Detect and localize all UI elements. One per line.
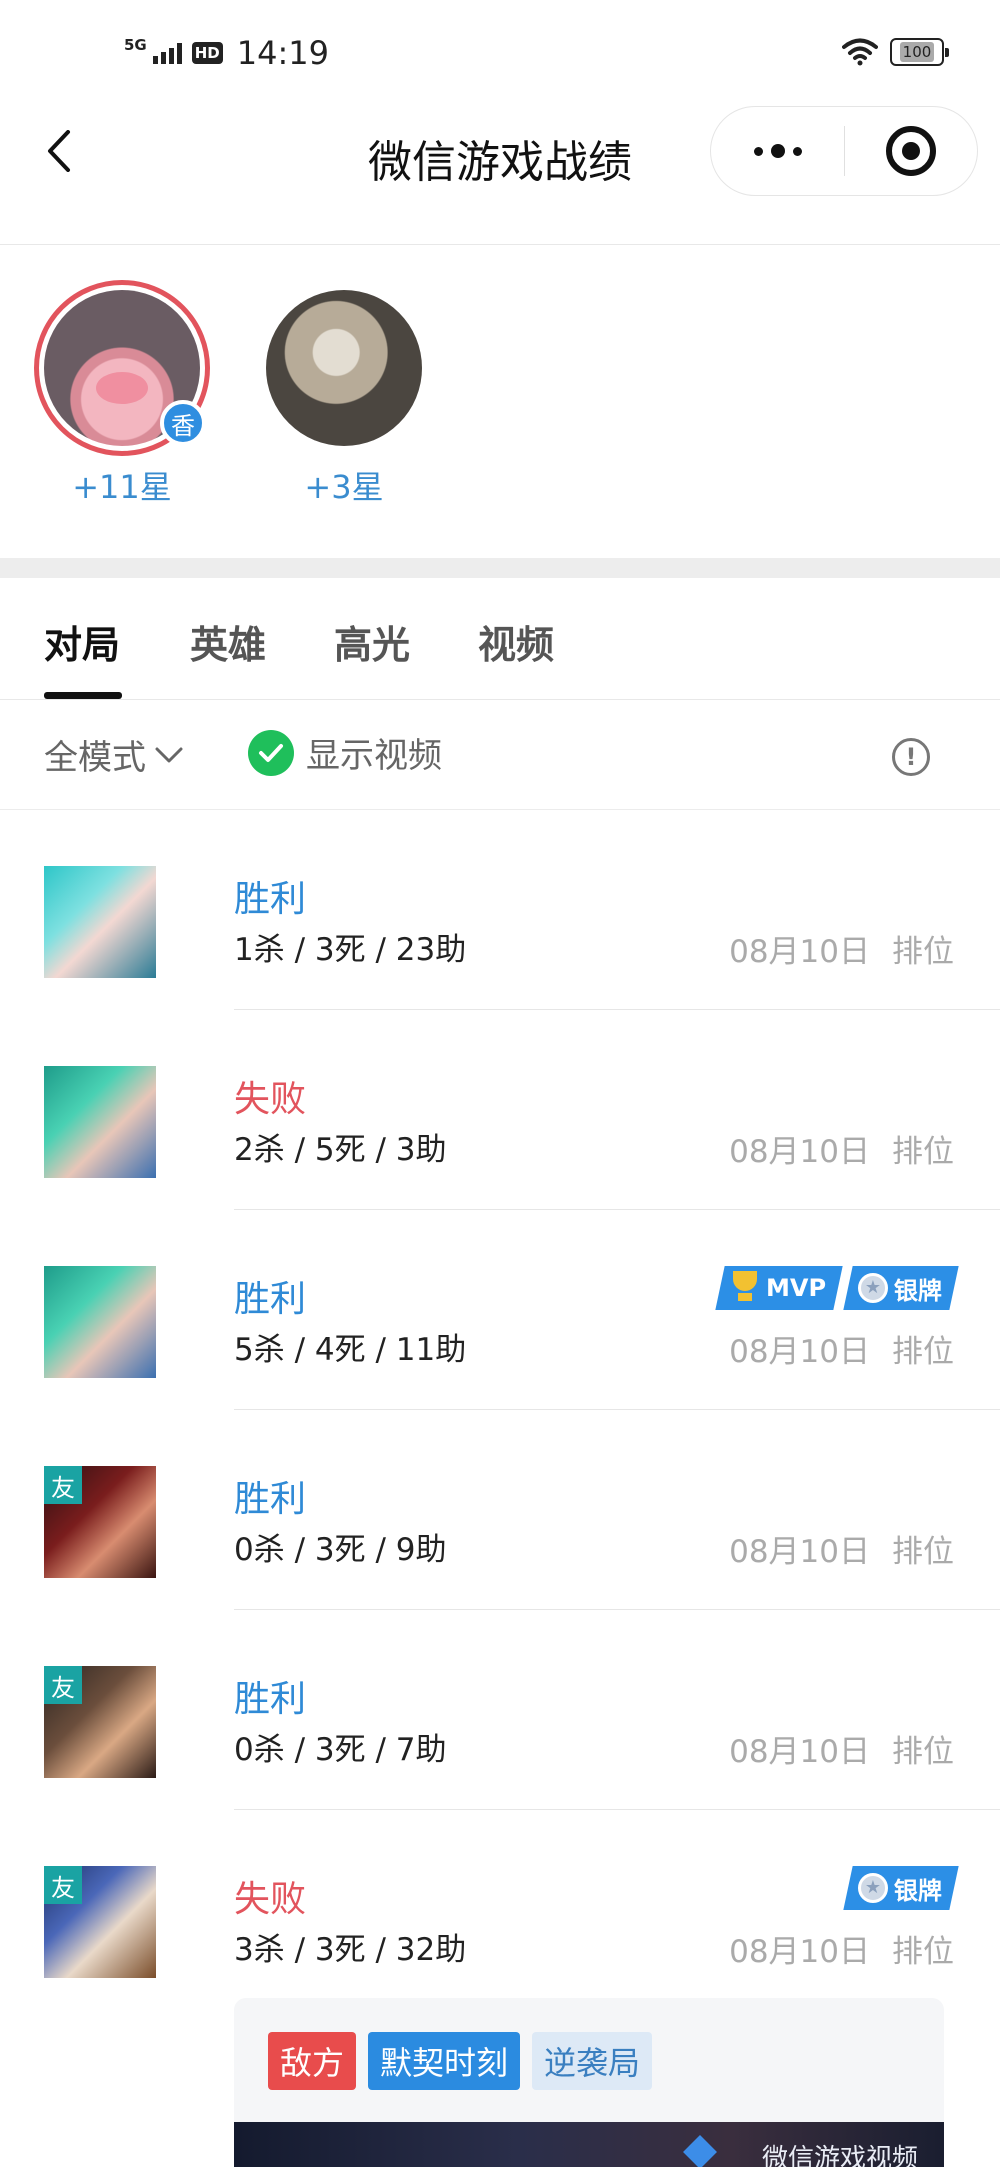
mvp-badge: MVP [715, 1266, 843, 1310]
tag-comeback: 逆袭局 [532, 2032, 653, 2090]
match-kda: 2杀 / 5死 / 3助 [234, 1132, 447, 1168]
match-date: 08月10日 [729, 1734, 870, 1770]
match-result: 胜利 [234, 1479, 307, 1520]
match-kda: 5杀 / 4死 / 11助 [234, 1332, 467, 1368]
friend-tag: 友 [44, 1866, 82, 1904]
medal-icon [858, 1273, 888, 1303]
hero-avatar: 友 [44, 1866, 156, 1978]
match-item[interactable]: 胜利 1杀 / 3死 / 23助 08月10日 排位 [0, 810, 1000, 1010]
network-label: 5G [124, 35, 147, 54]
battery-icon: 100 [890, 38, 949, 66]
mini-program-capsule [710, 106, 978, 196]
match-kda: 0杀 / 3死 / 7助 [234, 1732, 447, 1768]
pig-decoration [96, 372, 148, 404]
match-mode: 排位 [892, 1334, 954, 1370]
match-date: 08月10日 [729, 934, 870, 970]
match-mode: 排位 [892, 934, 954, 970]
wifi-icon [842, 38, 878, 66]
trophy-icon [730, 1271, 760, 1305]
silver-badge-label: 银牌 [894, 1876, 942, 1905]
silver-badge: 银牌 [843, 1266, 959, 1310]
status-time: 14:19 [236, 34, 329, 72]
close-button[interactable] [845, 107, 977, 195]
mode-dropdown[interactable]: 全模式 [44, 730, 184, 779]
tab-highlights[interactable]: 高光 [334, 614, 410, 669]
hd-icon: HD [191, 42, 223, 64]
friend-star-change: +11星 [72, 468, 172, 506]
match-kda: 1杀 / 3死 / 23助 [234, 932, 467, 968]
signal-icon [152, 42, 182, 64]
back-button[interactable] [34, 126, 84, 176]
tab-matches[interactable]: 对局 [44, 614, 120, 669]
chevron-left-icon [48, 130, 70, 172]
match-item[interactable]: 胜利 5杀 / 4死 / 11助 MVP 银牌 08月10日 排位 [0, 1210, 1000, 1410]
match-date: 08月10日 [729, 1134, 870, 1170]
match-date: 08月10日 [729, 1934, 870, 1970]
info-button[interactable]: ! [892, 738, 930, 776]
tab-indicator [44, 692, 122, 699]
section-divider [0, 558, 1000, 578]
hero-avatar: 友 [44, 1666, 156, 1778]
friend-tag: 友 [44, 1466, 82, 1504]
match-mode: 排位 [892, 1934, 954, 1970]
status-bar: 5G HD 14:19 100 [0, 0, 1000, 100]
match-item[interactable]: 友 失败 3杀 / 3死 / 32助 银牌 08月10日 排位 [0, 1810, 1000, 2010]
match-mode: 排位 [892, 1134, 954, 1170]
match-date: 08月10日 [729, 1534, 870, 1570]
friend-item[interactable]: 香 +11星 [34, 280, 210, 508]
tab-videos[interactable]: 视频 [478, 614, 554, 669]
video-logo-icon [683, 2135, 717, 2167]
chevron-down-icon [155, 747, 183, 762]
info-icon: ! [905, 743, 917, 771]
more-button[interactable] [711, 107, 844, 195]
match-result: 胜利 [234, 1279, 307, 1320]
match-item[interactable]: 友 胜利 0杀 / 3死 / 9助 08月10日 排位 [0, 1410, 1000, 1610]
match-item[interactable]: 友 胜利 0杀 / 3死 / 7助 08月10日 排位 [0, 1610, 1000, 1810]
medal-icon [858, 1873, 888, 1903]
match-result: 失败 [234, 1079, 307, 1120]
avatar [266, 290, 422, 446]
video-thumb-text: 微信游戏视频 [761, 2144, 918, 2167]
match-item[interactable]: 失败 2杀 / 5死 / 3助 08月10日 排位 [0, 1010, 1000, 1210]
friend-item[interactable]: +3星 [256, 280, 432, 508]
match-kda: 3杀 / 3死 / 32助 [234, 1932, 467, 1968]
more-icon [753, 146, 763, 156]
tag-enemy: 敌方 [268, 2032, 357, 2090]
mode-label: 全模式 [44, 738, 146, 778]
match-result: 失败 [234, 1879, 307, 1920]
show-video-label: 显示视频 [306, 736, 442, 776]
hero-avatar: 友 [44, 1466, 156, 1578]
friend-badge: 香 [160, 400, 206, 446]
match-result: 胜利 [234, 879, 307, 920]
video-thumbnail[interactable]: 微信游戏视频 [234, 2122, 944, 2167]
match-date: 08月10日 [729, 1334, 870, 1370]
tab-bar: 对局 英雄 高光 视频 [0, 578, 1000, 700]
filter-bar: 全模式 显示视频 ! [0, 700, 1000, 810]
check-icon [248, 729, 294, 776]
friend-tag: 友 [44, 1666, 82, 1704]
match-mode: 排位 [892, 1534, 954, 1570]
match-result: 胜利 [234, 1679, 307, 1720]
friend-star-change: +3星 [304, 468, 384, 506]
battery-level: 100 [899, 42, 935, 62]
match-kda: 0杀 / 3死 / 9助 [234, 1532, 447, 1568]
hero-avatar [44, 866, 156, 978]
nav-bar: 微信游戏战绩 [0, 100, 1000, 245]
tab-heroes[interactable]: 英雄 [190, 614, 266, 669]
silver-badge-label: 银牌 [894, 1276, 942, 1305]
hero-avatar [44, 1066, 156, 1178]
target-close-icon [886, 126, 936, 176]
mvp-badge-label: MVP [765, 1274, 826, 1302]
match-mode: 排位 [892, 1734, 954, 1770]
friend-list: 香 +11星 +3星 [0, 246, 1000, 558]
show-video-toggle[interactable]: 显示视频 [248, 728, 442, 777]
tag-teamwork: 默契时刻 [368, 2032, 521, 2090]
hero-avatar [44, 1266, 156, 1378]
video-card[interactable]: 敌方 默契时刻 逆袭局 微信游戏视频 [234, 1998, 944, 2167]
silver-badge: 银牌 [843, 1866, 959, 1910]
